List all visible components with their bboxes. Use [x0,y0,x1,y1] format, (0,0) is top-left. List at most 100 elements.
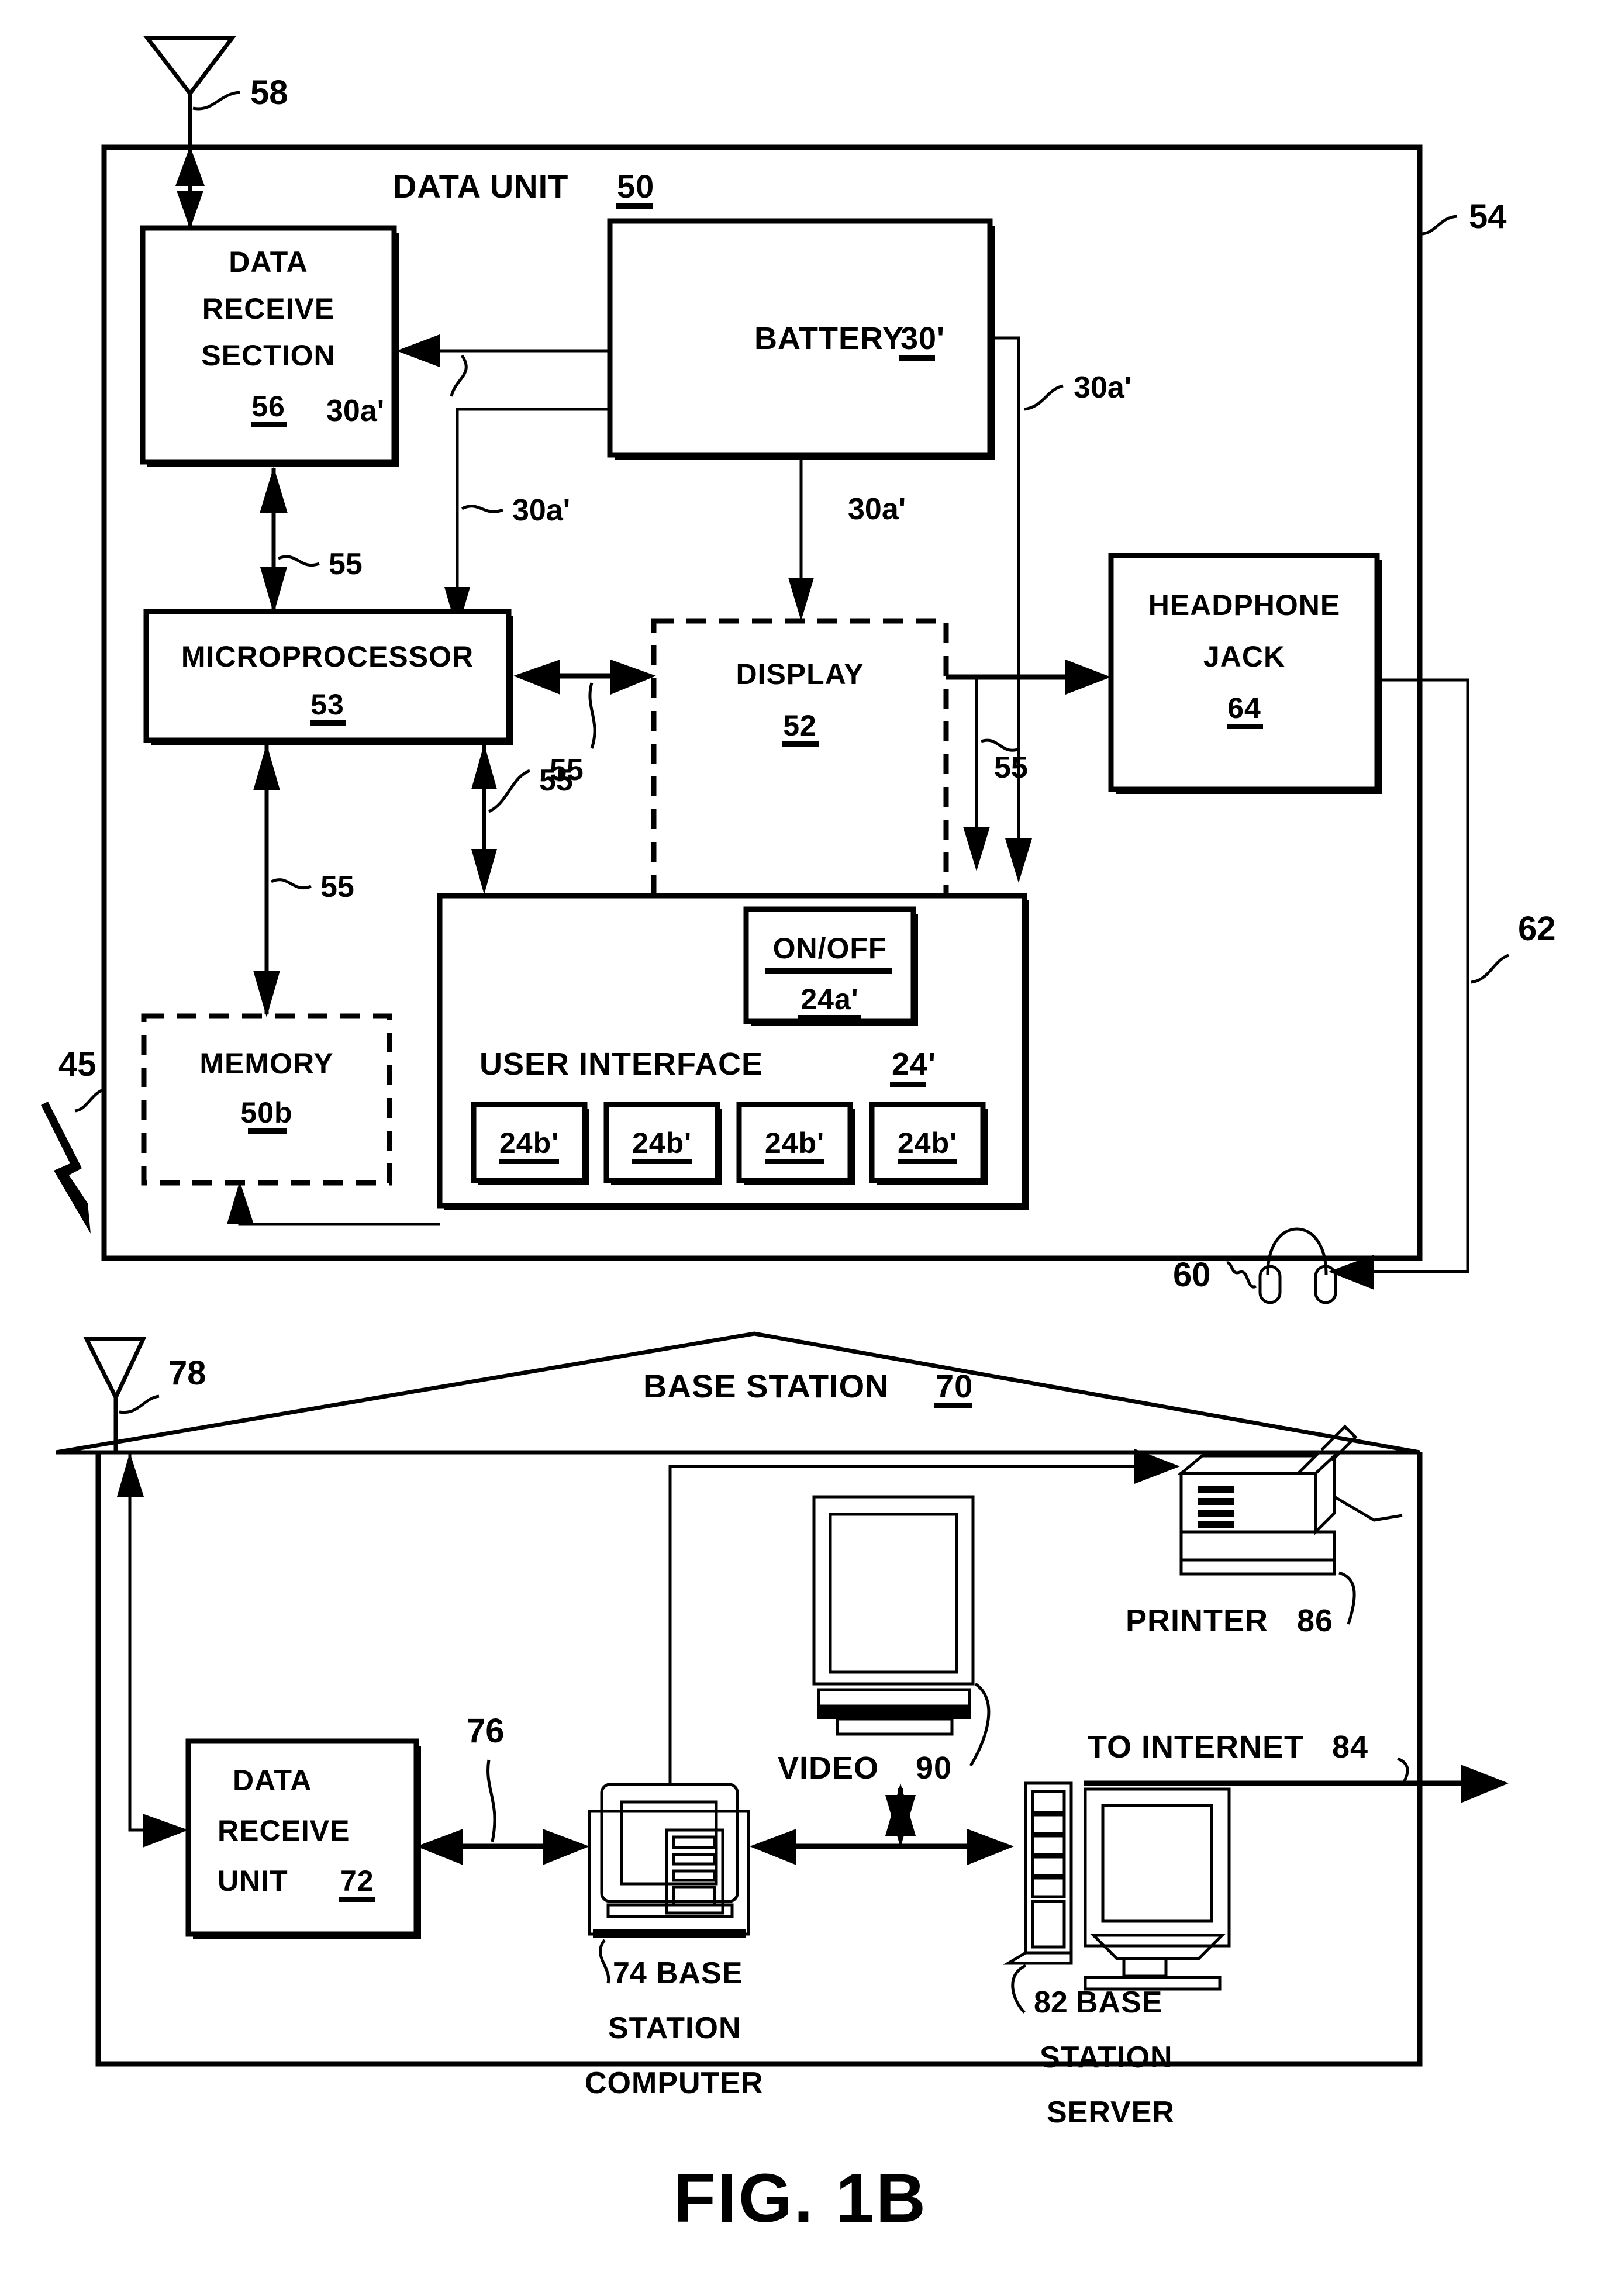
bsc-line2: STATION [608,2011,741,2045]
printer-label: PRINTER [1126,1603,1268,1638]
ref-55-5: 55 [539,764,573,797]
leader-58 [192,91,240,111]
leader-55-5 [488,769,531,813]
power-line-battery-to-display [788,460,814,621]
button-24b-3[interactable]: 24b' [736,1102,855,1185]
leader-30a-4 [1024,384,1064,411]
leader-30a-1 [450,354,468,397]
ref-45: 45 [58,1045,96,1083]
block-microprocessor: MICROPROCESSOR 53 [143,609,513,745]
leader-82 [1011,1964,1027,2014]
ref-62: 62 [1518,910,1556,948]
underline-70 [934,1403,972,1408]
icon-base-station-computer [588,1783,750,1938]
dru-ref: 72 [340,1865,374,1897]
ref-82: 82 [1034,1986,1068,2019]
bss-line3: SERVER [1047,2095,1175,2129]
block-data-receive-section: DATA RECEIVE SECTION 56 [140,225,399,467]
bus-dru-to-computer [416,1829,589,1865]
bus-video-to-network [885,1783,916,1848]
drs-line3: SECTION [201,339,335,372]
antenna-feed-arrow [175,146,205,229]
leader-84 [1396,1757,1409,1784]
base-station-enclosure [56,1331,1423,2067]
drs-ref: 56 [251,390,285,423]
ref-74: 74 [613,1956,647,1990]
battery-label: BATTERY [754,321,904,356]
button-24b-4[interactable]: 24b' [869,1102,988,1185]
base-station-title-ref: 70 [936,1368,973,1404]
ref-54: 54 [1469,198,1507,236]
line-ui-to-memory [227,1181,440,1226]
power-line-battery-to-drs [396,334,610,367]
line-antenna-to-dru [117,1452,188,1848]
ref-30a-3: 30a' [848,492,906,526]
patent-figure-1b: 58 54 DATA UNIT 50 DATA RECEIVE SECTION … [41,36,1556,2237]
video-ref: 90 [916,1751,952,1786]
ref-30a-1: 30a' [326,394,384,428]
ui-ref: 24' [892,1047,936,1082]
bus-display-to-ui [946,675,990,871]
bus-microprocessor-ui [471,744,497,895]
dru-line1: DATA [233,1764,312,1797]
memory-ref: 50b [240,1096,292,1129]
leader-54 [1421,215,1458,236]
drs-line1: DATA [229,246,308,278]
block-display: DISPLAY 52 [651,618,949,910]
leader-55-3 [981,738,1018,752]
block-memory: MEMORY 50b [141,1013,392,1186]
printer-ref: 86 [1297,1603,1333,1638]
leader-78 [119,1394,160,1414]
leader-86 [1338,1571,1356,1625]
ref-58: 58 [250,74,288,112]
figure-caption: FIG. 1B [674,2160,927,2237]
mp-ref: 53 [310,688,344,721]
bus-computer-to-server [750,1829,1014,1865]
icon-video-monitor [812,1495,975,1736]
system-ref-45-leader [41,1087,107,1234]
button-24b-2[interactable]: 24b' [603,1102,722,1185]
hpj-line1: HEADPHONE [1148,589,1340,622]
on-off-label: ON/OFF [773,932,887,965]
block-data-receive-unit: DATA RECEIVE UNIT 72 [185,1738,421,1939]
button-24b-2-ref: 24b' [632,1127,692,1159]
leader-30a-2 [461,505,503,513]
data-unit-title: DATA UNIT [393,168,568,205]
ref-60: 60 [1173,1256,1211,1294]
ref-30a-4: 30a' [1074,371,1131,405]
ref-55-3: 55 [994,751,1028,785]
internet-ref: 84 [1332,1729,1368,1765]
mp-label: MICROPROCESSOR [181,640,474,673]
bss-line1: BASE [1076,1986,1162,2019]
display-label: DISPLAY [736,658,864,690]
hpj-line2: JACK [1203,640,1285,673]
button-24b-1-ref: 24b' [499,1127,559,1159]
block-headphone-jack: HEADPHONE JACK 64 [1108,553,1382,794]
ref-55-4: 55 [320,870,354,904]
leader-90 [969,1682,991,1767]
memory-label: MEMORY [199,1047,333,1080]
bsc-line1: BASE [656,1956,743,1990]
ref-55-1: 55 [329,547,363,581]
block-battery: BATTERY 30' [607,218,995,460]
button-on-off[interactable]: ON/OFF 24a' [743,906,918,1026]
base-station-title: BASE STATION [643,1368,889,1404]
video-label: VIDEO [778,1751,879,1786]
display-ref: 52 [783,709,817,742]
bus-drs-microprocessor [260,467,288,614]
ref-78: 78 [168,1354,206,1392]
leader-55-4 [270,878,312,890]
data-unit-title-ref: 50 [617,168,654,205]
ui-label: USER INTERFACE [479,1047,763,1082]
button-24b-4-ref: 24b' [898,1127,957,1159]
button-24b-3-ref: 24b' [765,1127,824,1159]
button-24b-1[interactable]: 24b' [471,1102,589,1185]
ref-30a-2: 30a' [512,493,570,527]
block-user-interface: ON/OFF 24a' USER INTERFACE 24' 24b' 24b' [437,893,1029,1210]
bsc-line3: COMPUTER [585,2066,764,2100]
on-off-ref: 24a' [801,983,858,1016]
underline-50 [616,203,653,209]
battery-ref: 30' [900,321,945,356]
power-line-battery-right [995,336,1032,883]
line-to-internet [1084,1765,1509,1803]
